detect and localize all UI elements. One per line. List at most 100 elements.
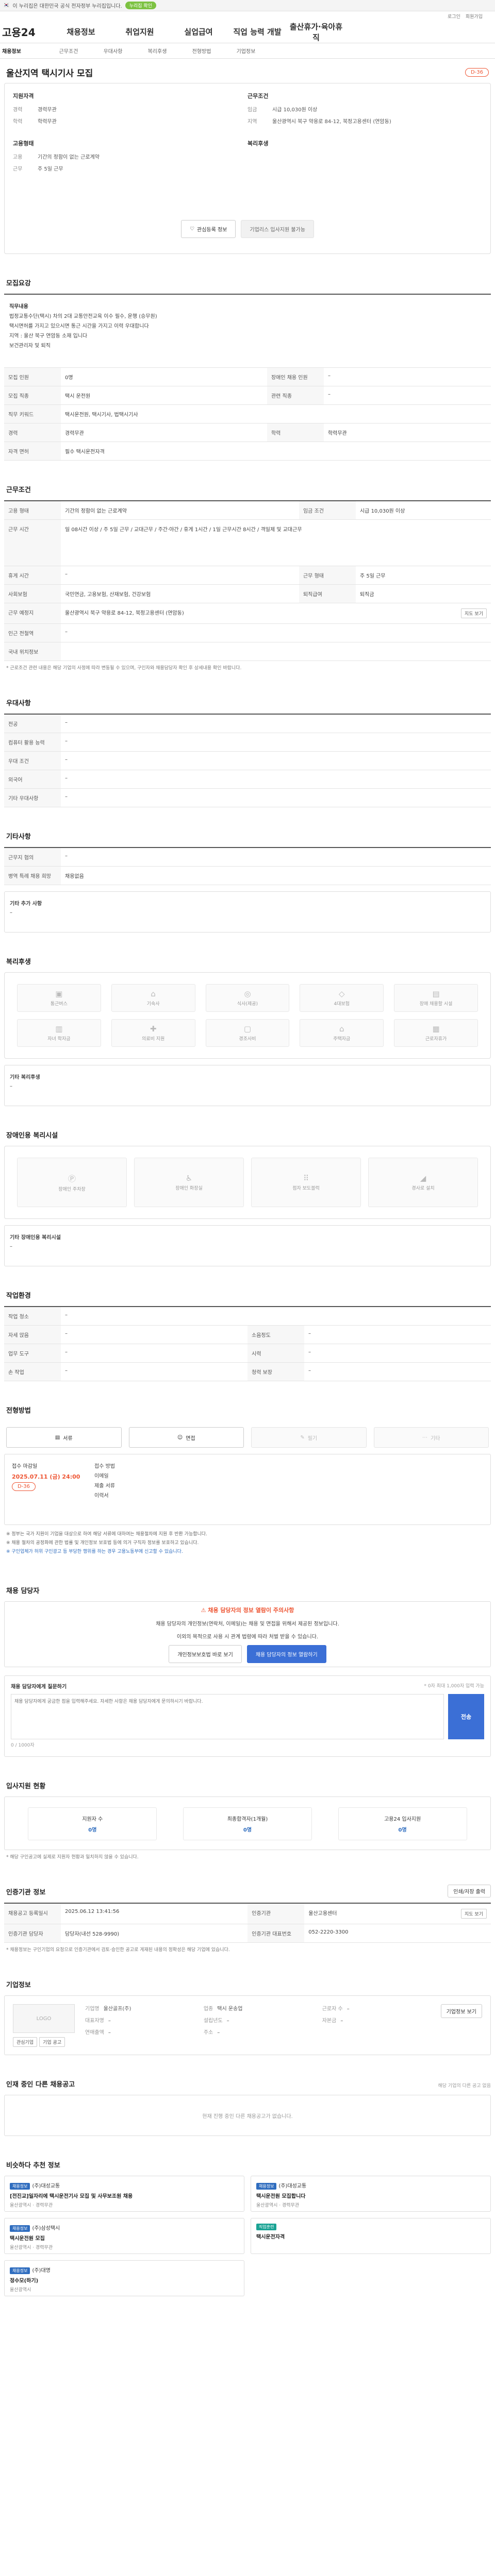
login-link[interactable]: 로그인	[448, 13, 460, 20]
note-line: ※ 채용 절차의 공정화에 관한 법률 및 개인정보 보호법 등에 의거 구직자…	[6, 1540, 199, 1546]
disability-extra-text: –	[10, 1244, 12, 1249]
apply-line: 제출 서류	[94, 1483, 115, 1489]
recommend-card[interactable]: 채용정보 (주)대성교통 택시운전원 모집합니다 울산광역시 · 경력무관	[251, 2176, 491, 2212]
summary-employ-heading: 고용형태	[13, 140, 34, 147]
welfare-card: ◇ 4대보험	[300, 984, 384, 1012]
rec-company: (주)대명	[32, 2268, 51, 2274]
disability-label: 장애인 화장실	[175, 1186, 203, 1191]
like-button-label: 관심등록 정보	[197, 227, 227, 233]
rec-title: 택시운전원 모집합니다	[256, 2194, 306, 2200]
inquiry-box: 채용 담당자에게 질문하기 * 0자 최대 1,000자 입력 가능 전송 0 …	[4, 1675, 491, 1757]
env-table: 작업 청소 – 자세 앉음 – 소음정도 – 업무 도구 – 시력 – 손 작업 – 청력 보장 –	[4, 1306, 491, 1381]
gnb-item-training[interactable]: 직업 능력 개발	[228, 26, 287, 37]
row-value: –	[61, 1344, 248, 1363]
row-value: –	[304, 1325, 491, 1344]
rec-meta: 울산광역시 · 경력무관	[10, 2245, 53, 2251]
row-label: 임금 조건	[299, 501, 356, 520]
row-value: –	[323, 368, 491, 386]
others-note: 해당 기업의 다른 공고 없음	[438, 2083, 491, 2089]
table-row: 모집 인원 0명 장애인 채용 인원 –	[4, 368, 491, 386]
tab-welfare[interactable]: 복리후생	[135, 47, 179, 55]
summary-cond-heading: 근무조건	[248, 93, 269, 99]
company-field-label: 대표자명	[85, 2018, 104, 2024]
row-value: –	[61, 566, 299, 585]
row-label: 모집 인원	[4, 368, 61, 386]
welfare-label: 주택자금	[333, 1037, 351, 1042]
tab-recruit[interactable]: 채용정보	[2, 47, 46, 55]
tab-company[interactable]: 기업정보	[224, 47, 268, 55]
section-recommend-title: 비슷하다 추천 정보	[6, 2162, 60, 2170]
section-tabs: 채용정보 근무조건 우대사항 복리후생 전형방법 기업정보	[0, 43, 495, 59]
company-jobs-button[interactable]: 기업 공고	[39, 2037, 65, 2047]
row-value: 울산고용센터	[308, 1911, 337, 1917]
row-label: 작업 청소	[4, 1307, 61, 1326]
signup-link[interactable]: 회원가입	[466, 13, 483, 20]
method-label: 면접	[186, 1435, 195, 1442]
gnb-item-jobs[interactable]: 채용정보	[52, 26, 110, 37]
print-button[interactable]: 인쇄/저장 출력	[448, 1885, 491, 1898]
verify-badge[interactable]: 누리집 확인	[125, 2, 156, 9]
recommend-card[interactable]: 채용정보 (주)대명 정수모(하기) 울산광역시	[4, 2260, 244, 2297]
medical-icon: ✚	[150, 1024, 157, 1033]
welfare-card: ✚ 의료비 지원	[111, 1019, 195, 1047]
gnb-item-support[interactable]: 취업지원	[110, 26, 169, 37]
section-preference-title: 우대사항	[6, 700, 31, 707]
row-label: 경력	[4, 423, 61, 442]
table-row: 손 작업 – 청력 보장 –	[4, 1362, 491, 1381]
send-button[interactable]: 전송	[448, 1694, 484, 1740]
tab-preference[interactable]: 우대사항	[91, 47, 135, 55]
row-value: –	[61, 623, 491, 642]
parking-icon: Ⓟ	[68, 1174, 76, 1183]
inquiry-input[interactable]	[11, 1694, 444, 1740]
table-row: 경력 경력무관 학력 학력무관	[4, 423, 491, 442]
privacy-law-button[interactable]: 개인정보보호법 바로 보기	[169, 1645, 242, 1663]
recommend-card[interactable]: 채용정보 (주)대성교통 [전진교]일자리에 택시운전기사 모집 및 사무보조원 …	[4, 2176, 244, 2212]
braille-icon: ⠿	[303, 1174, 309, 1183]
row-label: 근무 시간	[4, 519, 61, 566]
tab-apply[interactable]: 전형방법	[179, 47, 224, 55]
fav-company-button[interactable]: 관심기업	[13, 2037, 38, 2047]
row-value: 일 08시간 이상 / 주 5일 근무 / 교대근무 / 주간·야간 / 휴게 …	[61, 519, 491, 566]
recommend-card[interactable]: 직업훈련 택시운전자격	[251, 2218, 491, 2255]
row-value: 국민연금, 고용보험, 산재보험, 건강보험	[61, 584, 299, 603]
job-summary: 지원자격 경력 경력무관 학력 학력무관 근무조건 임금 시급 10,030원 이상 …	[4, 83, 491, 254]
agency-map-button[interactable]: 지도 보기	[461, 1909, 487, 1919]
row-value: 052-2220-3300	[304, 1924, 491, 1943]
method-document: ▤ 서류	[6, 1427, 122, 1448]
deadline-label: 접수 마감일	[12, 1464, 38, 1469]
gnb-item-leave[interactable]: 출산휴가·육아휴직	[287, 21, 345, 43]
row-value: –	[61, 848, 491, 867]
row-label: 시력	[248, 1344, 304, 1363]
gov-notice-text: 이 누리집은 대한민국 공식 전자정부 누리집입니다.	[12, 4, 122, 9]
method-etc: ⋯ 기타	[373, 1427, 489, 1448]
note-line: ※ 구인업체가 허위 구인광고 등 부당한 행위를 하는 경우 고용노동부에 신…	[6, 1549, 183, 1555]
rec-meta: 울산광역시	[10, 2287, 31, 2293]
company-box: LOGO 관심기업 기업 공고 기업명 울산골프(주) 업종 택시 운송업 근로자 …	[4, 1995, 491, 2056]
row-label: 근무 예정지	[4, 603, 61, 624]
row-label: 인증기관	[248, 1903, 305, 1925]
stat-value: 0명	[88, 1827, 97, 1834]
gov-notice-bar: 🇰🇷 이 누리집은 대한민국 공식 전자정부 누리집입니다. 누리집 확인	[0, 0, 495, 11]
table-row: 직무 키워드 택시운전원, 택시기사, 법택시기사	[4, 404, 491, 423]
map-button[interactable]: 지도 보기	[461, 608, 487, 618]
table-row: 기타 우대사항 –	[4, 788, 491, 807]
site-logo[interactable]: 고용24	[2, 24, 52, 39]
like-button[interactable]: ♡ 관심등록 정보	[181, 220, 236, 238]
contact-desc: 이외의 목적으로 사용 시 관계 법령에 따라 처벌 받을 수 있습니다.	[176, 1634, 319, 1640]
row-value: 시급 10,030원 이상	[355, 501, 491, 520]
apply-disabled-button[interactable]: 기업리스 입사지원 불가능	[241, 220, 314, 238]
welfare-label: 경조사비	[239, 1037, 256, 1042]
recommend-card[interactable]: 채용정보 (주)삼성택시 택시운전원 모집 울산광역시 · 경력무관	[4, 2218, 244, 2255]
inquiry-heading: 채용 담당자에게 질문하기	[11, 1684, 67, 1690]
gnb-item-unemployment[interactable]: 실업급여	[169, 26, 228, 37]
welfare-label: 자녀 학자금	[47, 1037, 71, 1042]
tab-conditions[interactable]: 근무조건	[46, 47, 91, 55]
table-row: 병역 특례 채용 희망 채용없음	[4, 866, 491, 885]
row-label: 청력 보장	[248, 1362, 304, 1381]
summary-label: 학력	[13, 119, 23, 125]
book-icon: ▥	[55, 1024, 63, 1033]
view-contact-button[interactable]: 채용 담당자의 정보 열람하기	[246, 1645, 326, 1663]
stat-label: 지원자 수	[82, 1817, 103, 1823]
page: 🇰🇷 이 누리집은 대한민국 공식 전자정부 누리집입니다. 누리집 확인 로그…	[0, 0, 495, 2317]
company-detail-button[interactable]: 기업정보 보기	[440, 2004, 482, 2019]
